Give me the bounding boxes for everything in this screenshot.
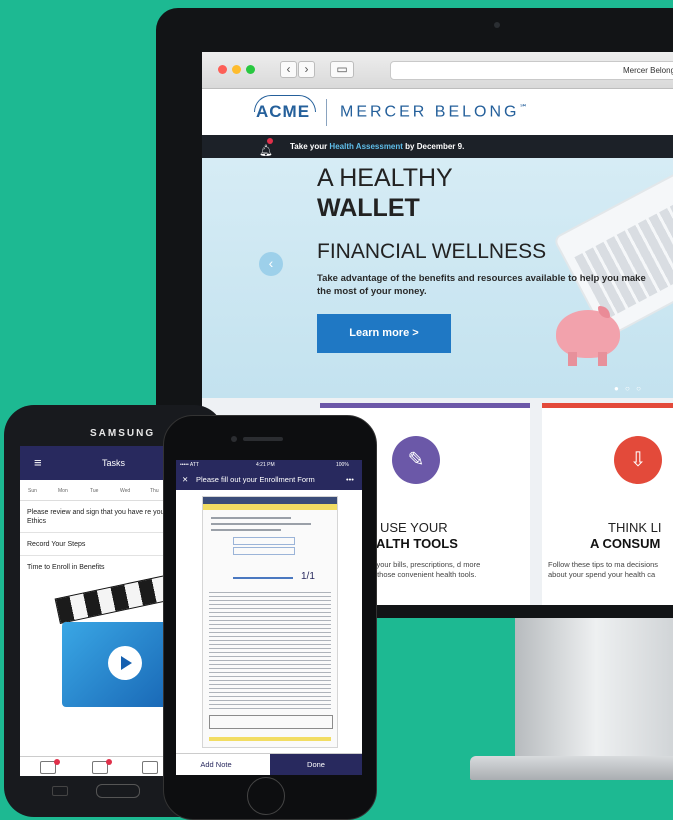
minimize-window-icon[interactable] — [232, 65, 241, 74]
form-action-bar: Add Note Done — [176, 753, 362, 775]
document-text-line — [211, 517, 291, 519]
notification-badge — [267, 138, 273, 144]
front-camera-icon — [231, 436, 237, 442]
add-note-button[interactable]: Add Note — [176, 754, 256, 775]
document-body-text — [209, 589, 331, 709]
piggy-bank-leg — [568, 352, 577, 366]
form-field[interactable] — [233, 547, 295, 555]
document-heading-line — [233, 577, 293, 579]
document-text-line — [211, 523, 311, 525]
document-highlight — [203, 504, 337, 510]
tile-think-consumer[interactable]: ⇩ THINK LI A CONSUM Follow these tips to… — [542, 403, 673, 605]
form-field[interactable] — [233, 537, 295, 545]
page-indicator: 1/1 — [301, 571, 315, 582]
status-time: 4:21 PM — [256, 462, 275, 468]
home-key[interactable] — [96, 784, 140, 798]
carousel-prev-button[interactable]: ‹ — [259, 252, 283, 276]
tile-title-line1: THINK LI — [608, 520, 662, 535]
speaker-grille — [243, 437, 283, 441]
mail-badge — [106, 759, 112, 765]
menu-icon[interactable]: ≡ — [34, 455, 42, 470]
day-sun[interactable]: Sun — [28, 488, 37, 494]
alert-message: Take your Health Assessment by December … — [290, 135, 464, 158]
day-tue[interactable]: Tue — [90, 488, 98, 494]
calendar-tab-icon[interactable] — [142, 761, 158, 774]
samsung-logo: SAMSUNG — [90, 428, 156, 439]
back-button[interactable]: ‹ — [280, 61, 297, 78]
close-window-icon[interactable] — [218, 65, 227, 74]
health-assessment-link[interactable]: Health Assessment — [329, 142, 403, 151]
hero-banner: ‹ A HEALTHY WALLET FINANCIAL WELLNESS Ta… — [202, 158, 673, 398]
camera-icon — [494, 22, 500, 28]
service-mark: ℠ — [519, 103, 531, 112]
piggy-bank-illustration — [556, 310, 620, 358]
document-text-line — [211, 529, 281, 531]
home-button[interactable] — [247, 777, 285, 815]
download-icon: ⇩ — [614, 436, 662, 484]
brand-text: MERCER BELONG — [340, 103, 520, 121]
iphone-screen: ••••• ATT 4:21 PM 100% ✕ Please fill out… — [176, 460, 362, 775]
status-bar: ••••• ATT 4:21 PM 100% — [176, 460, 362, 470]
hero-title-line1: A HEALTHY — [317, 164, 453, 192]
task-label: Record Your Steps — [27, 541, 86, 548]
day-thu[interactable]: Thu — [150, 488, 159, 494]
tile-title-line2: A CONSUM — [590, 536, 661, 551]
forward-button[interactable]: › — [298, 61, 315, 78]
form-title: Please fill out your Enrollment Form — [196, 475, 315, 484]
monitor-base — [470, 756, 673, 780]
signature-field[interactable] — [209, 715, 333, 729]
task-label: Time to Enroll in Benefits — [27, 564, 105, 571]
alert-suffix: by December 9. — [402, 142, 465, 151]
header-divider — [326, 99, 327, 126]
battery-level: 100% — [336, 462, 349, 468]
form-nav-bar: ✕ Please fill out your Enrollment Form •… — [176, 470, 362, 490]
hero-heading: FINANCIAL WELLNESS — [317, 240, 547, 263]
browser-chrome: ‹ › ▭ Mercer Belong — [202, 52, 673, 89]
done-button[interactable]: Done — [270, 754, 362, 775]
hero-title-line2: WALLET — [317, 194, 420, 222]
back-key-icon[interactable] — [52, 786, 68, 796]
acme-logo[interactable]: ACME — [256, 102, 310, 122]
notepad-icon: ✎ — [392, 436, 440, 484]
piggy-bank-leg — [598, 352, 607, 366]
carousel-dots[interactable]: ● ○ ○ — [614, 384, 643, 393]
document-header — [203, 497, 337, 504]
site-header: ACME MERCER BELONG℠ — [202, 89, 673, 135]
address-bar[interactable]: Mercer Belong — [390, 61, 673, 80]
tile-title-line1: USE YOUR — [380, 520, 448, 535]
day-wed[interactable]: Wed — [120, 488, 130, 494]
sidebar-toggle-button[interactable]: ▭ — [330, 61, 354, 78]
tile-description: Follow these tips to ma decisions about … — [548, 560, 659, 579]
more-icon[interactable]: ••• — [346, 470, 354, 490]
close-icon[interactable]: ✕ — [182, 470, 188, 490]
hero-body-text: Take advantage of the benefits and resou… — [317, 273, 646, 297]
tasks-badge — [54, 759, 60, 765]
tasks-title: Tasks — [102, 458, 126, 468]
alert-prefix: Take your — [290, 142, 330, 151]
enrollment-form-document[interactable]: 1/1 — [202, 496, 338, 748]
maximize-window-icon[interactable] — [246, 65, 255, 74]
learn-more-button[interactable]: Learn more > — [317, 314, 451, 353]
play-icon — [121, 656, 132, 670]
alert-bar: 🔔︎ Take your Health Assessment by Decemb… — [202, 135, 673, 158]
carrier-signal: ••••• ATT — [180, 462, 199, 468]
monitor-stand — [515, 618, 673, 768]
required-highlight — [209, 737, 331, 741]
brand-name[interactable]: MERCER BELONG℠ — [340, 103, 531, 121]
day-mon[interactable]: Mon — [58, 488, 68, 494]
